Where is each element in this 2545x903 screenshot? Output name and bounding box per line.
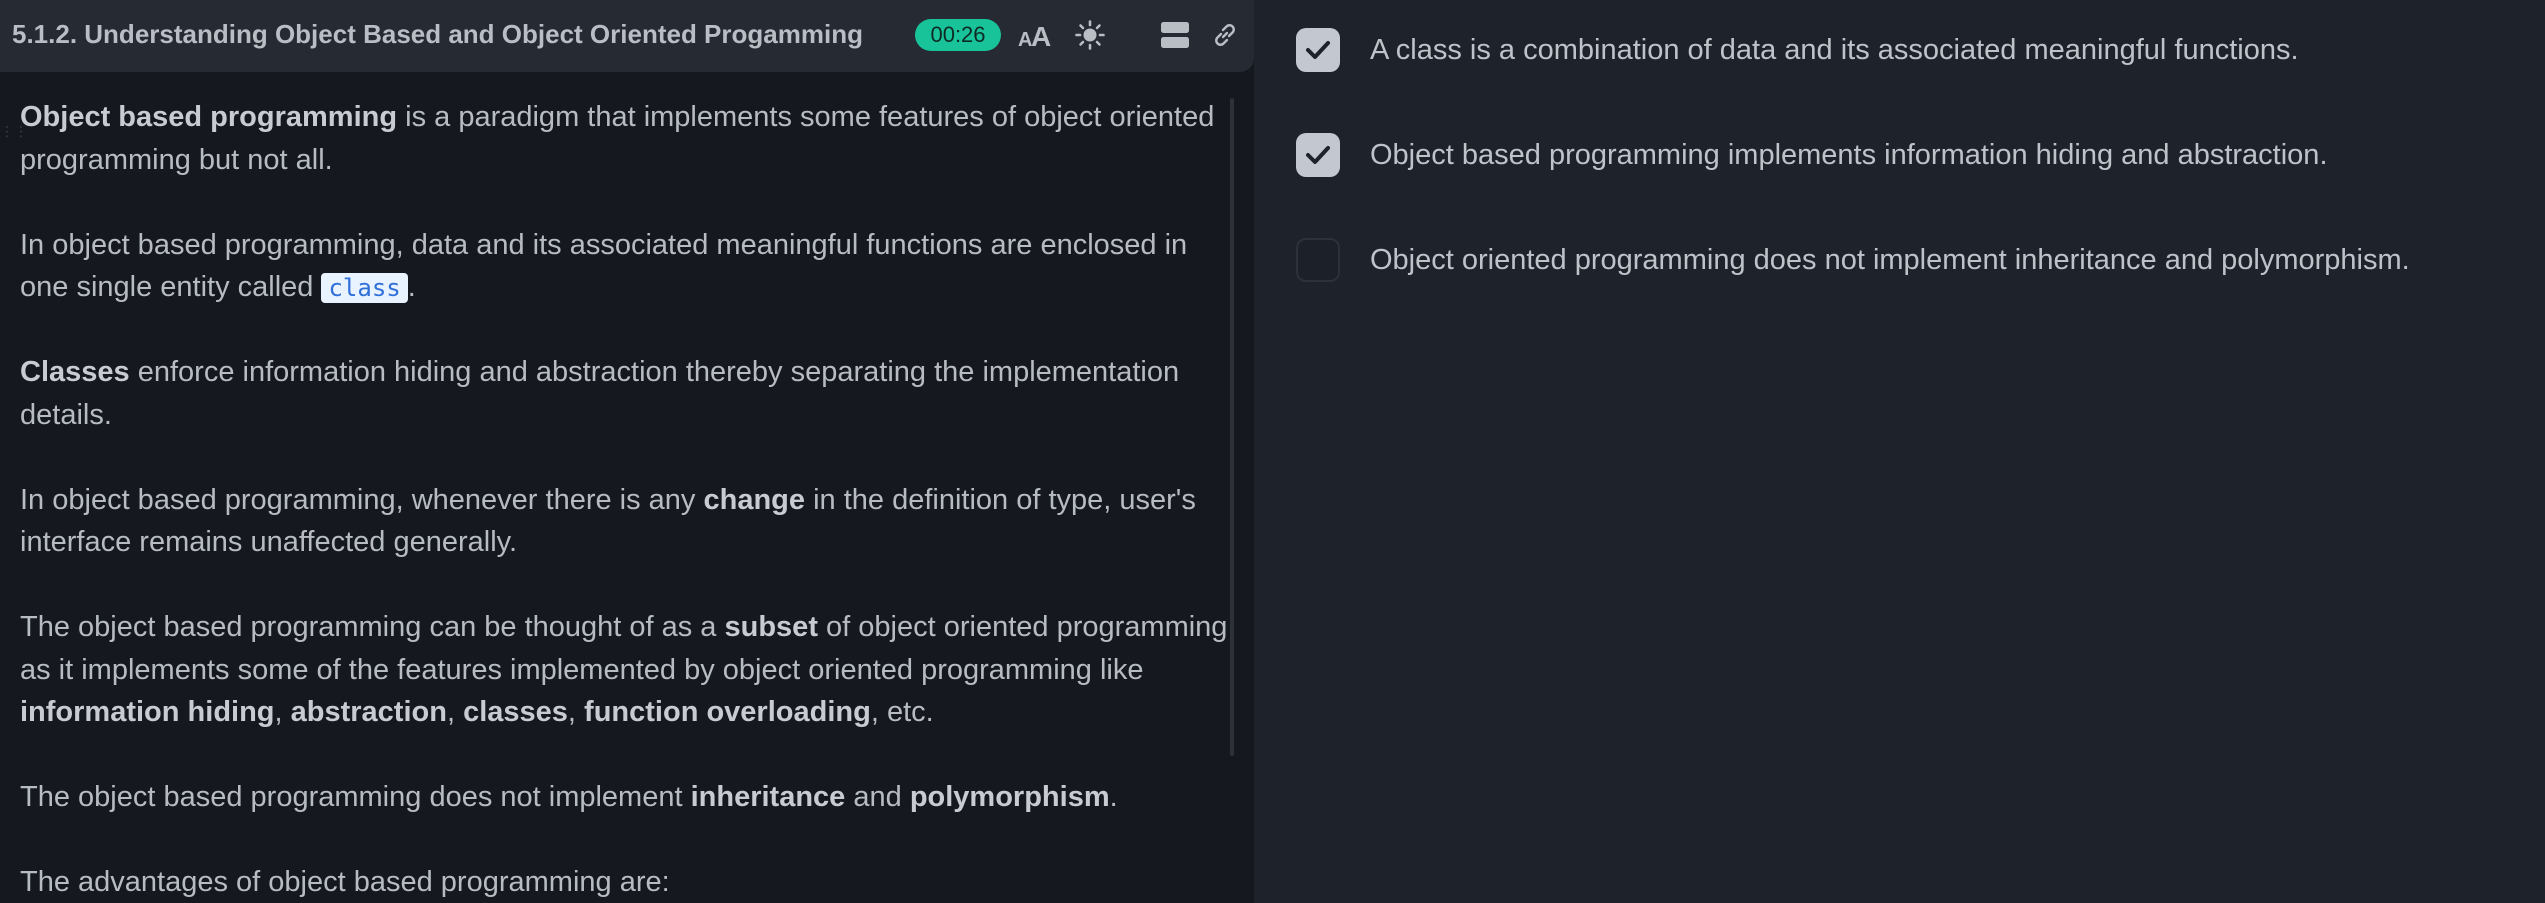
text: The object based programming does not im… bbox=[20, 781, 691, 813]
text: . bbox=[1109, 781, 1118, 813]
content-scrollbar[interactable] bbox=[1230, 98, 1234, 756]
checkbox-checked[interactable] bbox=[1296, 133, 1340, 177]
bold-text: Object based programming bbox=[20, 101, 398, 133]
text: The advantages of object based programmi… bbox=[20, 866, 670, 898]
separator: , bbox=[567, 696, 585, 728]
text: and bbox=[845, 781, 910, 813]
bold-text: polymorphism bbox=[909, 781, 1110, 813]
drag-handle-icon: ⋮⋮ bbox=[0, 123, 28, 139]
sun-icon[interactable] bbox=[1070, 15, 1110, 55]
app: 5.1.2. Understanding Object Based and Ob… bbox=[0, 0, 2545, 903]
option-label: A class is a combination of data and its… bbox=[1370, 33, 2299, 66]
option-label: Object based programming implements info… bbox=[1370, 138, 2328, 171]
lesson-panel: 5.1.2. Understanding Object Based and Ob… bbox=[0, 0, 1254, 903]
bold-text: abstraction bbox=[290, 696, 447, 728]
paragraph-7: The advantages of object based programmi… bbox=[20, 861, 1230, 903]
bold-text: Classes bbox=[20, 356, 130, 388]
checkbox-unchecked[interactable] bbox=[1296, 238, 1340, 282]
separator: , bbox=[274, 696, 291, 728]
option-3[interactable]: Object oriented programming does not imp… bbox=[1296, 236, 2410, 284]
check-icon bbox=[1306, 41, 1330, 59]
option-2[interactable]: Object based programming implements info… bbox=[1296, 131, 2328, 179]
paragraph-2: In object based programming, data and it… bbox=[20, 224, 1230, 309]
checkbox-checked[interactable] bbox=[1296, 28, 1340, 72]
svg-text:A: A bbox=[1031, 21, 1051, 50]
paragraph-4: In object based programming, whenever th… bbox=[20, 479, 1230, 564]
text: In object based programming, data and it… bbox=[20, 228, 1188, 304]
paragraph-5: The object based programming can be thou… bbox=[20, 606, 1230, 734]
paragraph-3: Classes enforce information hiding and a… bbox=[20, 351, 1230, 436]
text: , etc. bbox=[870, 696, 934, 728]
text: In object based programming, whenever th… bbox=[20, 483, 704, 516]
text: . bbox=[407, 271, 416, 303]
quiz-panel: A class is a combination of data and its… bbox=[1254, 0, 2545, 903]
option-1[interactable]: A class is a combination of data and its… bbox=[1296, 26, 2299, 74]
bold-text: inheritance bbox=[690, 781, 846, 813]
text: The object based programming can be thou… bbox=[20, 611, 725, 643]
bold-text: subset bbox=[724, 611, 818, 643]
layout-icon[interactable] bbox=[1155, 15, 1195, 55]
font-size-icon[interactable]: A A bbox=[1016, 15, 1056, 55]
link-icon[interactable] bbox=[1205, 15, 1245, 55]
lesson-header: 5.1.2. Understanding Object Based and Ob… bbox=[0, 0, 1254, 72]
separator: , bbox=[446, 696, 464, 728]
check-icon bbox=[1306, 146, 1330, 164]
bold-text: classes bbox=[463, 696, 568, 728]
option-label: Object oriented programming does not imp… bbox=[1370, 243, 2410, 276]
inline-code: class bbox=[321, 273, 408, 303]
bold-text: change bbox=[703, 483, 806, 516]
lesson-content: Object based programming is a paradigm t… bbox=[20, 96, 1230, 903]
paragraph-6: The object based programming does not im… bbox=[20, 776, 1230, 819]
text: enforce information hiding and abstracti… bbox=[20, 356, 1180, 431]
timer-badge: 00:26 bbox=[915, 19, 1001, 51]
lesson-title: 5.1.2. Understanding Object Based and Ob… bbox=[12, 19, 863, 49]
bold-text: information hiding bbox=[20, 696, 275, 728]
bold-text: function overloading bbox=[584, 696, 871, 728]
paragraph-1: Object based programming is a paradigm t… bbox=[20, 96, 1230, 181]
